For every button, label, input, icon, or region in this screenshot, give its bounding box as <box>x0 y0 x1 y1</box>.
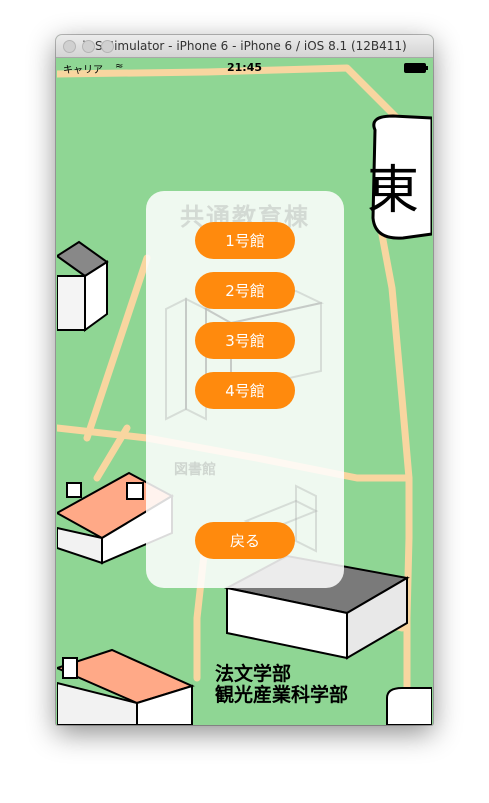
faculty-label-line1: 法文学部 <box>215 663 292 685</box>
east-marker-label: 東 <box>367 161 419 221</box>
building-select-panel: 共通教育棟 図書館 1号館 2号館 3号館 4号館 戻る <box>146 191 344 588</box>
window-title-bar[interactable]: iOS Simulator - iPhone 6 - iPhone 6 / iO… <box>56 35 433 58</box>
back-button[interactable]: 戻る <box>195 522 295 559</box>
window-controls <box>63 40 114 53</box>
status-bar: キャリア ≈ 21:45 <box>57 58 432 78</box>
window-title: iOS Simulator - iPhone 6 - iPhone 6 / iO… <box>82 39 407 53</box>
building-4-button[interactable]: 4号館 <box>195 372 295 409</box>
close-window-icon[interactable] <box>63 40 76 53</box>
minimize-window-icon[interactable] <box>82 40 95 53</box>
east-marker[interactable]: 東 <box>367 114 432 240</box>
faculty-label-line2: 観光産業科学部 <box>215 684 349 706</box>
faculty-label[interactable]: 法文学部 観光産業科学部 <box>215 664 348 706</box>
building-2-button[interactable]: 2号館 <box>195 272 295 309</box>
status-time: 21:45 <box>226 61 262 74</box>
simulator-window: iOS Simulator - iPhone 6 - iPhone 6 / iO… <box>56 35 433 725</box>
building-bottom-right[interactable] <box>386 687 432 725</box>
panel-library-label: 図書館 <box>174 462 216 478</box>
battery-icon <box>404 63 428 73</box>
building-1-button[interactable]: 1号館 <box>195 222 295 259</box>
phone-screen: 東 キャリア ≈ 21:45 法文学部 観光産業科学部 共通教育棟 図書館 1号… <box>57 58 432 725</box>
building-3-button[interactable]: 3号館 <box>195 322 295 359</box>
zoom-window-icon[interactable] <box>101 40 114 53</box>
